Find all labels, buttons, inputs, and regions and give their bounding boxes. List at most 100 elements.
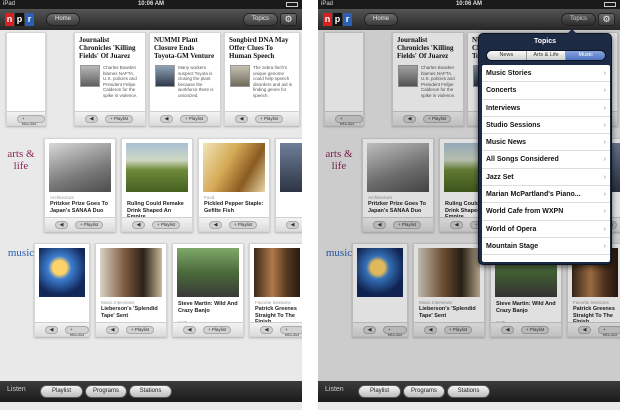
- topic-segmented-control: News Arts & Life Music: [486, 50, 606, 61]
- playlist-button[interactable]: + Playlist: [17, 115, 45, 125]
- story-category: Favorite Sessions: [255, 300, 291, 305]
- playlist-button[interactable]: + Playlist: [152, 221, 181, 229]
- status-bar: iPad 10:06 AM: [318, 0, 620, 9]
- speaker-icon[interactable]: ◀: [209, 221, 222, 229]
- news-card[interactable]: NUMMI Plant Closure Ends Toyota-GM Ventu…: [149, 32, 221, 126]
- music-card[interactable]: Music Interviews Lieberson's 'Splendid T…: [95, 243, 167, 337]
- home-button[interactable]: Home: [364, 13, 399, 26]
- speaker-icon[interactable]: ◀: [55, 221, 68, 229]
- topic-item[interactable]: Studio Sessions ›: [482, 117, 610, 135]
- chevron-right-icon: ›: [603, 242, 606, 250]
- story-image: [39, 248, 85, 297]
- news-card[interactable]: Songbird DNA May Offer Clues To Human Sp…: [224, 32, 300, 126]
- chevron-right-icon: ›: [603, 87, 606, 95]
- news-card[interactable]: Journalist Chronicles 'Killing Fields' O…: [74, 32, 146, 126]
- gear-icon[interactable]: ⚙: [280, 13, 297, 26]
- status-bar: iPad 10:06 AM: [0, 0, 302, 9]
- chevron-right-icon: ›: [603, 191, 606, 199]
- playlist-button[interactable]: + Playlist: [65, 326, 89, 336]
- bottom-toolbar: Listen Playlist Programs Stations: [318, 381, 620, 402]
- topic-item[interactable]: Interviews ›: [482, 100, 610, 117]
- npr-logo-p: p: [333, 13, 342, 26]
- section-label-arts: arts & life: [7, 148, 35, 172]
- story-title: Pritzker Prize Goes To Japan's SANAA Duo: [50, 201, 108, 214]
- story-tease: Charles Bowden blames NAFTA, U.S. polici…: [103, 65, 138, 98]
- story-image: [177, 248, 239, 297]
- stations-button[interactable]: Stations: [447, 385, 490, 398]
- battery-icon: [286, 2, 298, 7]
- segment-music[interactable]: Music: [566, 51, 605, 60]
- speaker-icon[interactable]: ◀: [183, 326, 196, 334]
- story-category: Music Interviews: [101, 300, 135, 305]
- story-title: Lieberson's 'Splendid Tape' Sent: [101, 306, 158, 319]
- arts-card[interactable]: Ruling Could Remake Drink Shaped An Empi…: [121, 138, 193, 232]
- top-toolbar: n p r Home Topics ⚙: [318, 9, 620, 30]
- speaker-icon[interactable]: ◀: [160, 115, 173, 123]
- topic-item[interactable]: Music News ›: [482, 134, 610, 152]
- music-card[interactable]: Favorite Sessions Patrick Greenes Straig…: [249, 243, 302, 337]
- topic-item[interactable]: World Cafe from WXPN ›: [482, 203, 610, 221]
- segment-news[interactable]: News: [487, 51, 527, 60]
- arts-card[interactable]: Food Pickled Pepper Staple: Gefilte Fish…: [198, 138, 270, 232]
- playlist-button[interactable]: + Playlist: [126, 326, 155, 334]
- music-card[interactable]: ◀ + Playlist: [34, 243, 90, 337]
- battery-icon: [604, 2, 616, 7]
- top-toolbar: n p r Home Topics ⚙: [0, 9, 302, 30]
- npr-logo: n p r: [323, 13, 352, 26]
- playlist-button[interactable]: + Playlist: [229, 221, 258, 229]
- topics-button[interactable]: Topics: [243, 13, 279, 26]
- segment-arts-life[interactable]: Arts & Life: [526, 51, 567, 60]
- speaker-icon[interactable]: ◀: [106, 326, 119, 334]
- topic-item[interactable]: World of Opera ›: [482, 221, 610, 238]
- playlist-tab-button[interactable]: Playlist: [40, 385, 83, 398]
- chevron-right-icon: ›: [603, 225, 606, 233]
- topic-item[interactable]: Mountain Stage ›: [482, 238, 610, 256]
- playlist-button[interactable]: + Playlist: [255, 115, 284, 123]
- chevron-right-icon: ›: [603, 173, 606, 181]
- topic-item[interactable]: All Songs Considered ›: [482, 151, 610, 169]
- stations-button[interactable]: Stations: [129, 385, 172, 398]
- topic-item[interactable]: Concerts ›: [482, 82, 610, 100]
- story-category: Architecture: [50, 195, 75, 200]
- speaker-icon[interactable]: ◀: [260, 326, 273, 334]
- playlist-button[interactable]: + Playlist: [280, 326, 302, 336]
- topics-popover: Topics News Arts & Life Music Music Stor…: [478, 29, 612, 265]
- speaker-icon[interactable]: ◀: [235, 115, 248, 123]
- home-button[interactable]: Home: [46, 13, 81, 26]
- arts-row: Architecture Pritzker Prize Goes To Japa…: [40, 138, 302, 234]
- listen-label: Listen: [325, 386, 344, 393]
- gear-icon[interactable]: ⚙: [598, 13, 615, 26]
- speaker-icon[interactable]: ◀: [286, 221, 299, 229]
- story-headline: Journalist Chronicles 'Killing Fields' O…: [79, 36, 136, 60]
- speaker-icon[interactable]: ◀: [85, 115, 98, 123]
- chevron-right-icon: ›: [603, 121, 606, 129]
- arts-card-partial[interactable]: ◀: [275, 138, 302, 232]
- speaker-icon[interactable]: ◀: [132, 221, 145, 229]
- bottom-toolbar: Listen Playlist Programs Stations: [0, 381, 302, 402]
- playlist-button[interactable]: + Playlist: [203, 326, 232, 334]
- story-image: [126, 143, 188, 192]
- news-card-partial[interactable]: + Playlist: [6, 32, 46, 126]
- npr-logo-p: p: [15, 13, 24, 26]
- arts-card[interactable]: Architecture Pritzker Prize Goes To Japa…: [44, 138, 116, 232]
- speaker-icon[interactable]: ◀: [45, 326, 58, 334]
- topic-item[interactable]: Marian McPartland's Piano... ›: [482, 186, 610, 204]
- playlist-tab-button[interactable]: Playlist: [358, 385, 401, 398]
- status-time: 10:06 AM: [137, 1, 165, 7]
- story-thumbnail: [230, 65, 250, 87]
- topic-item[interactable]: Jazz Set ›: [482, 169, 610, 187]
- story-image: [49, 143, 111, 192]
- story-thumbnail: [155, 65, 175, 87]
- ipad-screen-right: iPad 10:06 AM n p r Home Topics ⚙ news a…: [318, 0, 620, 410]
- topic-item[interactable]: Music Stories ›: [482, 65, 610, 83]
- story-tease: Many workers suspect Toyota is closing t…: [178, 65, 214, 98]
- playlist-button[interactable]: + Playlist: [105, 115, 134, 123]
- programs-button[interactable]: Programs: [403, 385, 445, 398]
- playlist-button[interactable]: + Playlist: [180, 115, 209, 123]
- topics-button[interactable]: Topics: [561, 13, 597, 26]
- playlist-button[interactable]: + Playlist: [75, 221, 104, 229]
- music-card[interactable]: Steve Martin: Wild And Crazy Banjo KUT ◀…: [172, 243, 244, 337]
- story-title: Pickled Pepper Staple: Gefilte Fish: [204, 201, 264, 214]
- ipad-screen-left: iPad 10:06 AM n p r Home Topics ⚙ news a…: [0, 0, 302, 410]
- programs-button[interactable]: Programs: [85, 385, 127, 398]
